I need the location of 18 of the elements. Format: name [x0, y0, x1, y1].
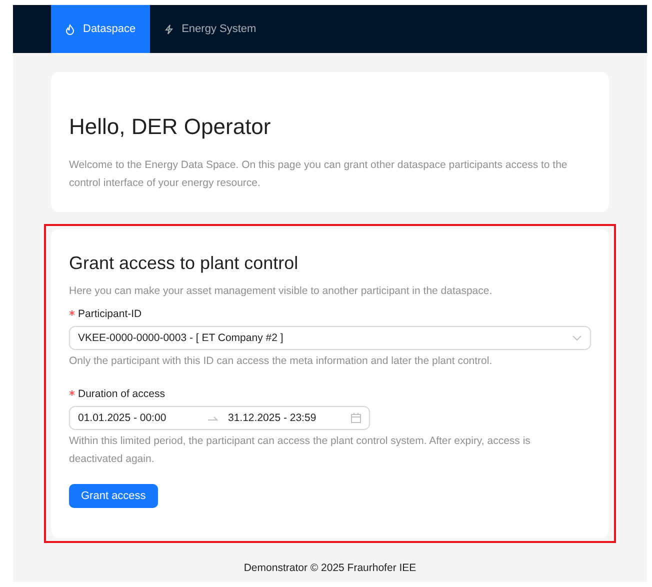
grant-access-button[interactable]: Grant access: [69, 484, 158, 508]
welcome-text: Welcome to the Energy Data Space. On this page you can grant other dataspace participants access to the control interface of your energy resource.: [69, 158, 568, 191]
section-title: Grant access to plant control: [69, 253, 300, 274]
flame-icon: [65, 24, 75, 34]
field-label: Participant-ID: [78, 308, 142, 320]
page-title: Hello, DER Operator: [69, 114, 272, 140]
intro-text: Here you can make your asset management visible to another participant in the dataspace.: [69, 284, 494, 299]
help-text: Only the participant with this ID can access the meta information and later the plant control.: [69, 354, 494, 369]
date-range-picker[interactable]: 01.01.2025 - 00:00 31.12.2025 - 23:59: [69, 406, 370, 430]
lightning-icon: [164, 24, 174, 34]
calendar-icon: [351, 413, 361, 423]
chevron-down-icon: [572, 335, 582, 341]
help-text: Within this limited period, the participant can access the plant control system. After expiry, access is deactivated again.: [69, 434, 532, 467]
nav-tab[interactable]: Dataspace: [51, 5, 150, 53]
participant-select[interactable]: VKEE-0000-0000-0003 - [ ET Company #2 ]: [69, 326, 591, 350]
nav-tab[interactable]: Energy System: [150, 5, 270, 53]
field-label: Duration of access: [78, 388, 165, 400]
footer-text: Demonstrator © 2025 Fraurhofer IEE: [242, 562, 418, 576]
